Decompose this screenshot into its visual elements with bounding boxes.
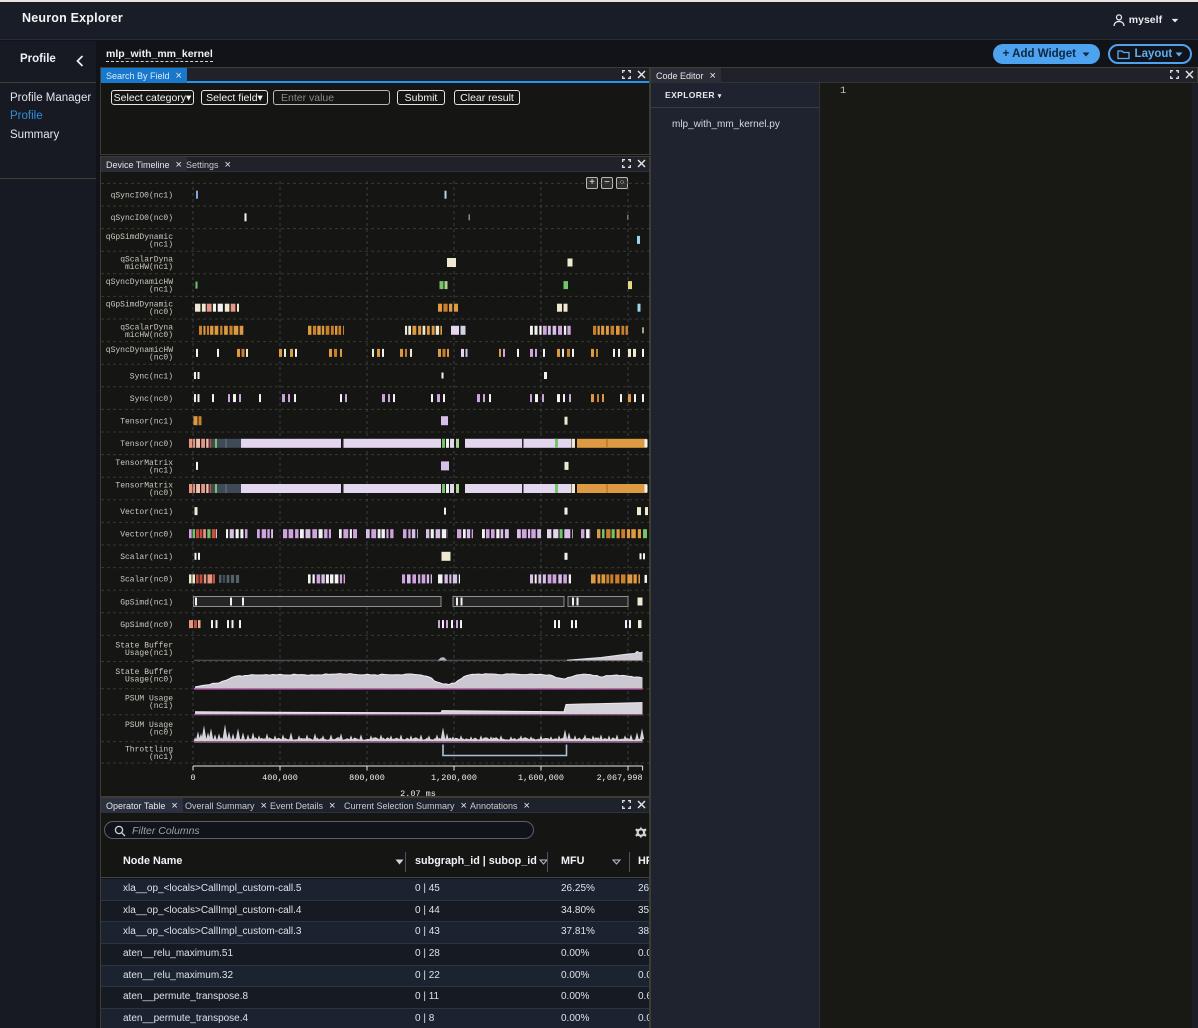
svg-text:(nc1): (nc1) bbox=[149, 240, 173, 249]
svg-text:(nc0): (nc0) bbox=[149, 308, 173, 317]
svg-text:micHW(nc0): micHW(nc0) bbox=[125, 331, 173, 340]
svg-text:800,000: 800,000 bbox=[349, 773, 385, 783]
svg-text:(nc0): (nc0) bbox=[149, 729, 173, 738]
svg-text:(nc1): (nc1) bbox=[149, 702, 173, 711]
svg-text:Sync(nc0): Sync(nc0) bbox=[130, 395, 173, 404]
svg-text:2,067,998: 2,067,998 bbox=[597, 773, 643, 783]
svg-text:0: 0 bbox=[190, 773, 195, 783]
svg-text:qSyncIO0(nc0): qSyncIO0(nc0) bbox=[111, 214, 173, 223]
svg-text:GpSimd(nc0): GpSimd(nc0) bbox=[120, 621, 173, 630]
svg-text:Tensor(nc0): Tensor(nc0) bbox=[120, 440, 173, 449]
svg-text:Vector(nc1): Vector(nc1) bbox=[120, 508, 173, 517]
svg-text:GpSimd(nc1): GpSimd(nc1) bbox=[120, 598, 173, 607]
svg-text:Vector(nc0): Vector(nc0) bbox=[120, 531, 173, 540]
svg-text:400,000: 400,000 bbox=[262, 773, 298, 783]
svg-text:(nc1): (nc1) bbox=[149, 753, 173, 762]
svg-text:(nc0): (nc0) bbox=[149, 353, 173, 362]
svg-text:Sync(nc1): Sync(nc1) bbox=[130, 372, 173, 381]
svg-text:1,200,000: 1,200,000 bbox=[431, 773, 477, 783]
svg-text:Usage(nc1): Usage(nc1) bbox=[125, 649, 173, 658]
svg-text:qSyncIO0(nc1): qSyncIO0(nc1) bbox=[111, 192, 173, 201]
svg-text:Scalar(nc0): Scalar(nc0) bbox=[120, 576, 173, 585]
svg-text:(nc1): (nc1) bbox=[149, 466, 173, 475]
svg-text:Scalar(nc1): Scalar(nc1) bbox=[120, 553, 173, 562]
svg-text:(nc1): (nc1) bbox=[149, 286, 173, 295]
svg-text:micHW(nc1): micHW(nc1) bbox=[125, 263, 173, 272]
svg-text:Tensor(nc1): Tensor(nc1) bbox=[120, 418, 173, 427]
svg-text:Usage(nc0): Usage(nc0) bbox=[125, 676, 173, 685]
svg-text:1,600,000: 1,600,000 bbox=[518, 773, 564, 783]
svg-text:(nc0): (nc0) bbox=[149, 489, 173, 498]
